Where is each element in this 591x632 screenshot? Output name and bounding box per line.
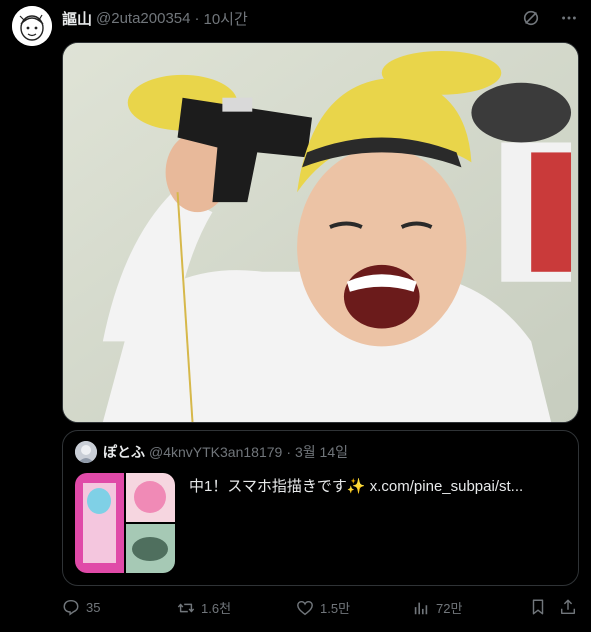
- quote-text: 中1！スマホ指描きです✨ x.com/pine_subpai/st...: [189, 475, 523, 496]
- tweet[interactable]: 謳山 @2uta200354 · 10시간 ぽとふ @4knvYTK3an181…: [0, 0, 591, 632]
- author-handle[interactable]: @2uta200354: [96, 10, 190, 27]
- grok-icon[interactable]: [521, 8, 541, 28]
- separator: ·: [194, 9, 200, 27]
- quoted-tweet[interactable]: ぽとふ @4knvYTK3an18179 · 3월 14일 中1！スマホ指描きで…: [62, 430, 579, 586]
- quote-author-avatar[interactable]: [75, 441, 97, 463]
- separator: ·: [286, 444, 291, 460]
- quote-link[interactable]: x.com/pine_subpai/st...: [370, 478, 523, 495]
- reply-icon: [63, 599, 79, 616]
- bookmark-icon: [532, 599, 544, 615]
- quote-media-thumbnail[interactable]: [75, 473, 175, 573]
- reply-button[interactable]: 35: [62, 598, 100, 616]
- tweet-header: 謳山 @2uta200354 · 10시간: [62, 8, 248, 28]
- author-avatar[interactable]: [12, 6, 52, 46]
- quote-author-name[interactable]: ぽとふ: [103, 442, 145, 462]
- share-button[interactable]: [559, 598, 577, 616]
- post-time[interactable]: 10시간: [204, 8, 248, 29]
- header-actions: [521, 8, 579, 28]
- quote-date[interactable]: 3월 14일: [295, 442, 348, 462]
- like-button[interactable]: 1.5만: [296, 598, 350, 617]
- quote-body: 中1！スマホ指描きです✨: [189, 478, 366, 495]
- views-count: 72만: [436, 601, 463, 616]
- bookmark-button[interactable]: [529, 598, 547, 616]
- repost-count: 1.6천: [201, 601, 232, 616]
- quote-header: ぽとふ @4knvYTK3an18179 · 3월 14일: [75, 441, 348, 463]
- views-icon: [414, 602, 428, 614]
- reply-count: 35: [86, 599, 101, 615]
- more-icon[interactable]: [559, 8, 579, 28]
- views-button[interactable]: 72만: [412, 598, 462, 617]
- quote-author-handle[interactable]: @4knvYTK3an18179: [149, 444, 282, 460]
- repost-icon: [177, 603, 195, 612]
- repost-button[interactable]: 1.6천: [177, 598, 231, 617]
- like-count: 1.5만: [320, 601, 351, 616]
- like-icon: [297, 600, 313, 615]
- author-name[interactable]: 謳山: [62, 8, 92, 29]
- action-bar: 35 1.6천 1.5만 72만: [62, 598, 579, 620]
- share-icon: [560, 599, 576, 615]
- tweet-photo[interactable]: [62, 42, 579, 423]
